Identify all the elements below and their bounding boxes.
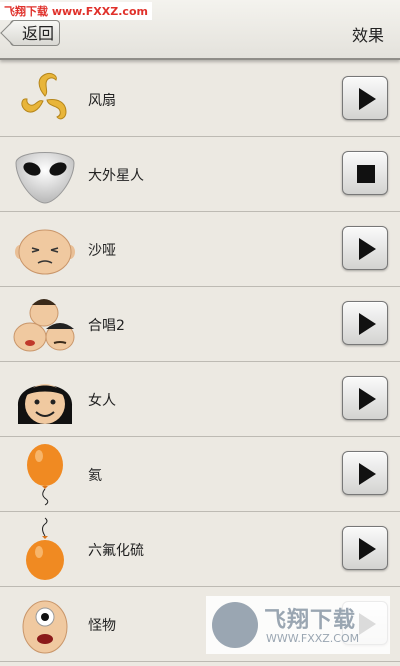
effect-label: 怪物 — [88, 618, 116, 634]
play-icon — [359, 313, 376, 335]
play-icon — [359, 463, 376, 485]
play-button[interactable] — [342, 526, 388, 570]
play-button[interactable] — [342, 76, 388, 120]
play-button[interactable] — [342, 301, 388, 345]
effect-label: 氦 — [88, 468, 102, 484]
page-title: 效果 — [351, 26, 384, 45]
effect-label: 沙哑 — [88, 243, 116, 259]
top-bar: 飞翔下载 www.FXXZ.com 返回 效果 — [0, 0, 400, 60]
watermark-main-text: 飞翔下载 — [264, 608, 357, 633]
effects-list: 风扇 大外星人 沙哑 合唱2 女人 氦 六氟化硫 怪物 — [0, 62, 400, 662]
play-icon — [359, 238, 376, 260]
play-button[interactable] — [342, 226, 388, 270]
back-button-label: 返回 — [21, 24, 54, 43]
woman-face-icon — [17, 384, 73, 424]
play-icon — [359, 88, 376, 110]
fan-icon — [21, 73, 67, 120]
watermark-bottom: 飞翔下载 WWW.FXXZ.COM — [206, 596, 390, 654]
play-button[interactable] — [342, 451, 388, 495]
list-item[interactable]: 大外星人 — [0, 137, 400, 212]
sf6-balloon-icon — [26, 517, 64, 580]
play-button[interactable] — [342, 376, 388, 420]
watermark-url: WWW.FXXZ.COM — [266, 632, 360, 645]
watermark-top: 飞翔下载 www.FXXZ.com — [0, 2, 152, 20]
alien-icon — [15, 152, 75, 204]
stop-icon — [357, 165, 375, 183]
list-item[interactable]: 合唱2 — [0, 287, 400, 362]
stop-button[interactable] — [342, 151, 388, 195]
play-icon — [359, 388, 376, 410]
effect-label: 风扇 — [88, 93, 116, 109]
effect-label: 六氟化硫 — [88, 543, 144, 559]
monster-icon — [22, 600, 68, 654]
effect-label: 合唱2 — [88, 318, 125, 334]
list-item[interactable]: 风扇 — [0, 62, 400, 137]
hoarse-face-icon — [15, 229, 75, 275]
watermark-logo-icon — [212, 602, 258, 648]
effect-label: 大外星人 — [88, 168, 144, 184]
play-icon — [359, 538, 376, 560]
back-button[interactable]: 返回 — [10, 20, 60, 46]
helium-balloon-icon — [27, 444, 63, 506]
effect-label: 女人 — [88, 393, 116, 409]
list-item[interactable]: 氦 — [0, 437, 400, 512]
chorus-faces-icon — [13, 299, 75, 352]
list-item[interactable]: 六氟化硫 — [0, 512, 400, 587]
list-item[interactable]: 女人 — [0, 362, 400, 437]
list-item[interactable]: 沙哑 — [0, 212, 400, 287]
